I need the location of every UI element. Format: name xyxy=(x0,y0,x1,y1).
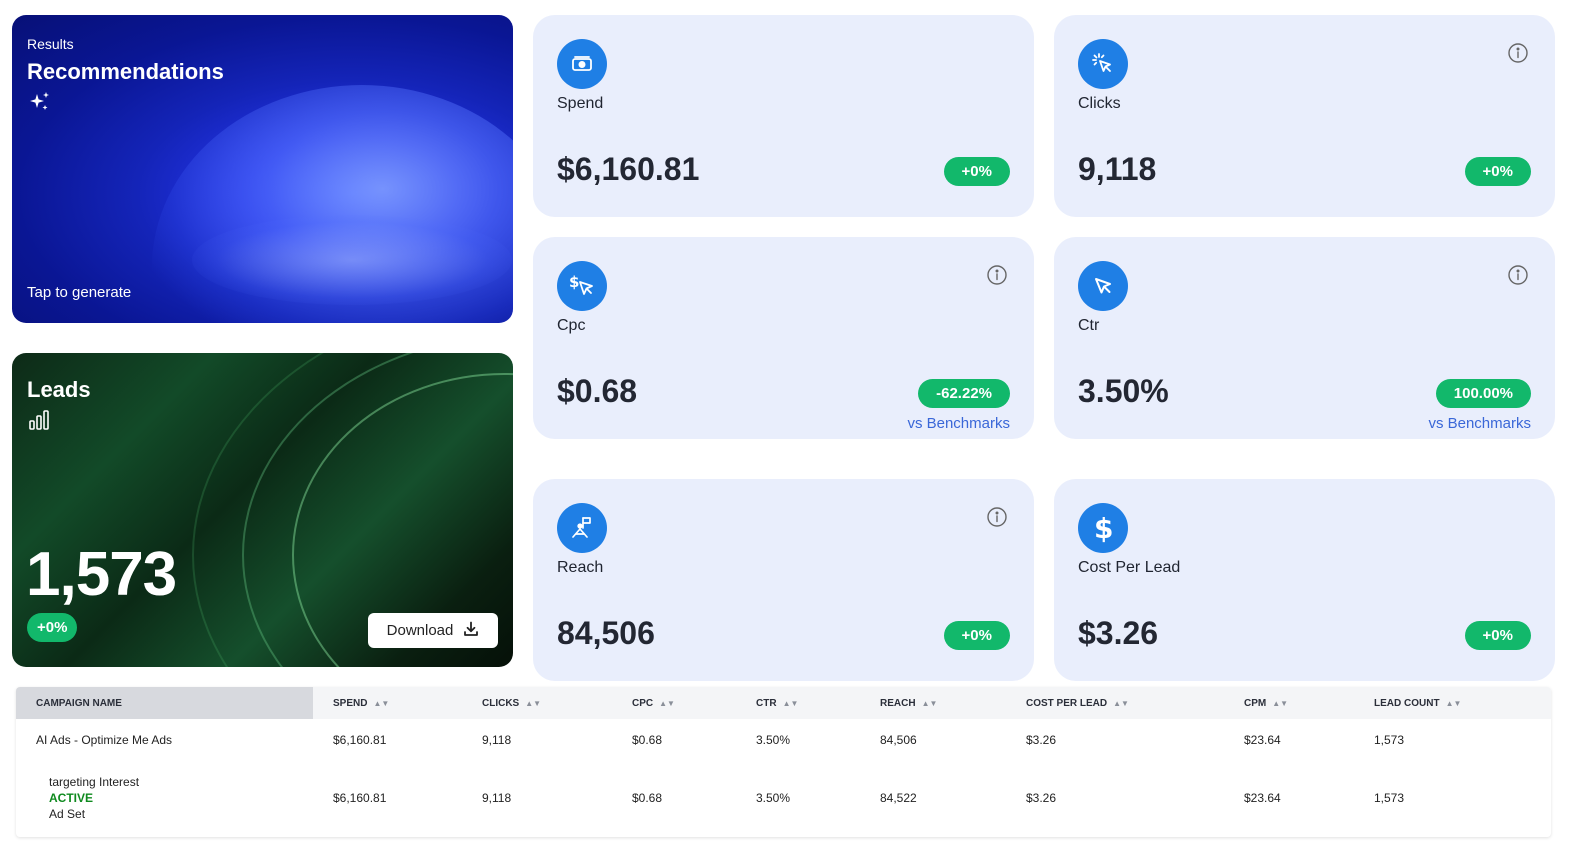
sort-icon[interactable]: ▲▼ xyxy=(373,699,389,708)
ctr-value: 3.50% xyxy=(1078,373,1169,409)
spend-card: Spend $6,160.81 +0% xyxy=(533,15,1034,217)
sort-icon[interactable]: ▲▼ xyxy=(525,699,541,708)
download-button[interactable]: Download xyxy=(368,613,498,648)
ctr-card: Ctr 3.50% 100.00% vs Benchmarks xyxy=(1054,237,1555,439)
sort-icon[interactable]: ▲▼ xyxy=(922,699,938,708)
reach-label: Reach xyxy=(557,559,604,576)
clicks-label: Clicks xyxy=(1078,95,1121,112)
ctr-cell: 3.50% xyxy=(756,791,791,805)
sort-icon[interactable]: ▲▼ xyxy=(1113,699,1129,708)
column-header-cpm[interactable]: CPM ▲▼ xyxy=(1225,687,1355,719)
status-badge: ACTIVE xyxy=(49,791,94,805)
svg-text:$: $ xyxy=(1094,513,1113,543)
table-row[interactable]: AI Ads - Optimize Me Ads $6,160.81 9,118… xyxy=(16,719,1551,761)
ad-set-name: targeting Interest xyxy=(49,775,140,789)
leads-card: Leads 1,573 +0% Download xyxy=(12,353,513,667)
cursor-click-icon xyxy=(1078,39,1128,89)
sort-icon[interactable]: ▲▼ xyxy=(659,699,675,708)
tap-to-generate-link[interactable]: Tap to generate xyxy=(27,284,131,301)
spend-cell: $6,160.81 xyxy=(333,791,387,805)
campaign-table: CAMPAIGN NAME SPEND ▲▼ CLICKS ▲▼ CPC ▲▼ CTR… xyxy=(16,687,1551,837)
cpm-cell: $23.64 xyxy=(1244,733,1281,747)
cpc-card: $ Cpc $0.68 -62.22% vs Benchmarks xyxy=(533,237,1034,439)
column-header-spend[interactable]: SPEND ▲▼ xyxy=(313,687,463,719)
column-header-lead-count[interactable]: LEAD COUNT ▲▼ xyxy=(1355,687,1551,719)
campaign-name-cell: AI Ads - Optimize Me Ads xyxy=(36,733,173,747)
reach-card: Reach 84,506 +0% xyxy=(533,479,1034,681)
column-header-cost-per-lead[interactable]: COST PER LEAD ▲▼ xyxy=(1007,687,1225,719)
ad-set-type: Ad Set xyxy=(49,807,86,821)
ctr-benchmark-link[interactable]: vs Benchmarks xyxy=(1428,415,1531,432)
column-header-ctr[interactable]: CTR ▲▼ xyxy=(737,687,861,719)
cost-per-lead-value: $3.26 xyxy=(1078,615,1159,651)
cost-per-lead-label: Cost Per Lead xyxy=(1078,559,1181,576)
info-icon[interactable] xyxy=(1507,264,1529,291)
reach-cell: 84,506 xyxy=(880,733,917,747)
reach-cell: 84,522 xyxy=(880,791,917,805)
cpc-value: $0.68 xyxy=(557,373,638,409)
jellyfish-glow xyxy=(192,215,512,305)
bar-chart-icon xyxy=(28,409,52,436)
lead-count-cell: 1,573 xyxy=(1374,733,1405,747)
recommendations-title: Recommendations xyxy=(27,59,224,84)
clicks-cell: 9,118 xyxy=(482,791,512,805)
dollar-cursor-icon: $ xyxy=(557,261,607,311)
table-row[interactable]: targeting Interest ACTIVE Ad Set $6,160.… xyxy=(16,761,1551,835)
cpc-benchmark-link[interactable]: vs Benchmarks xyxy=(907,415,1010,432)
cpm-cell: $23.64 xyxy=(1244,791,1281,805)
info-icon[interactable] xyxy=(1507,42,1529,69)
reach-change-badge: +0% xyxy=(943,621,1010,650)
table-header-row: CAMPAIGN NAME SPEND ▲▼ CLICKS ▲▼ CPC ▲▼ CTR… xyxy=(16,687,1551,719)
cursor-icon xyxy=(1078,261,1128,311)
lead-count-cell: 1,573 xyxy=(1374,791,1405,805)
column-header-campaign-name[interactable]: CAMPAIGN NAME xyxy=(16,687,313,719)
dollar-icon: $ xyxy=(1078,503,1128,553)
cost-per-lead-cell: $3.26 xyxy=(1026,791,1057,805)
cpc-change-badge: -62.22% xyxy=(918,379,1010,408)
leads-change-badge: +0% xyxy=(27,613,78,642)
info-icon[interactable] xyxy=(986,264,1008,291)
money-icon xyxy=(557,39,607,89)
cost-per-lead-cell: $3.26 xyxy=(1026,733,1057,747)
spend-change-badge: +0% xyxy=(943,157,1010,186)
cpc-label: Cpc xyxy=(557,317,586,334)
sort-icon[interactable]: ▲▼ xyxy=(783,699,799,708)
cost-per-lead-change-badge: +0% xyxy=(1464,621,1531,650)
ctr-cell: 3.50% xyxy=(756,733,791,747)
reach-value: 84,506 xyxy=(557,615,655,651)
cpc-cell: $0.68 xyxy=(632,791,663,805)
leads-title: Leads xyxy=(27,377,91,402)
recommendations-supertitle: Results xyxy=(27,36,74,52)
cpc-cell: $0.68 xyxy=(632,733,663,747)
recommendations-card[interactable]: Results Recommendations Tap to generate xyxy=(12,15,513,323)
clicks-card: Clicks 9,118 +0% xyxy=(1054,15,1555,217)
leads-value: 1,573 xyxy=(26,540,177,609)
download-icon xyxy=(463,621,479,641)
spend-label: Spend xyxy=(557,95,604,112)
download-label: Download xyxy=(386,622,454,639)
ad-set-name-cell: targeting Interest ACTIVE Ad Set xyxy=(16,761,313,835)
column-header-clicks[interactable]: CLICKS ▲▼ xyxy=(463,687,613,719)
clicks-change-badge: +0% xyxy=(1464,157,1531,186)
clicks-value: 9,118 xyxy=(1078,151,1157,187)
column-header-reach[interactable]: REACH ▲▼ xyxy=(861,687,1007,719)
spend-cell: $6,160.81 xyxy=(333,733,387,747)
spend-value: $6,160.81 xyxy=(557,151,700,187)
sort-icon[interactable]: ▲▼ xyxy=(1272,699,1288,708)
ctr-change-badge: 100.00% xyxy=(1435,379,1531,408)
column-header-cpc[interactable]: CPC ▲▼ xyxy=(613,687,737,719)
info-icon[interactable] xyxy=(986,506,1008,533)
ctr-label: Ctr xyxy=(1078,317,1100,334)
clicks-cell: 9,118 xyxy=(482,733,512,747)
cost-per-lead-card: $ Cost Per Lead $3.26 +0% xyxy=(1054,479,1555,681)
sort-icon[interactable]: ▲▼ xyxy=(1446,699,1462,708)
reach-flag-icon xyxy=(557,503,607,553)
svg-text:$: $ xyxy=(569,273,579,291)
sparkle-icon xyxy=(28,90,52,119)
